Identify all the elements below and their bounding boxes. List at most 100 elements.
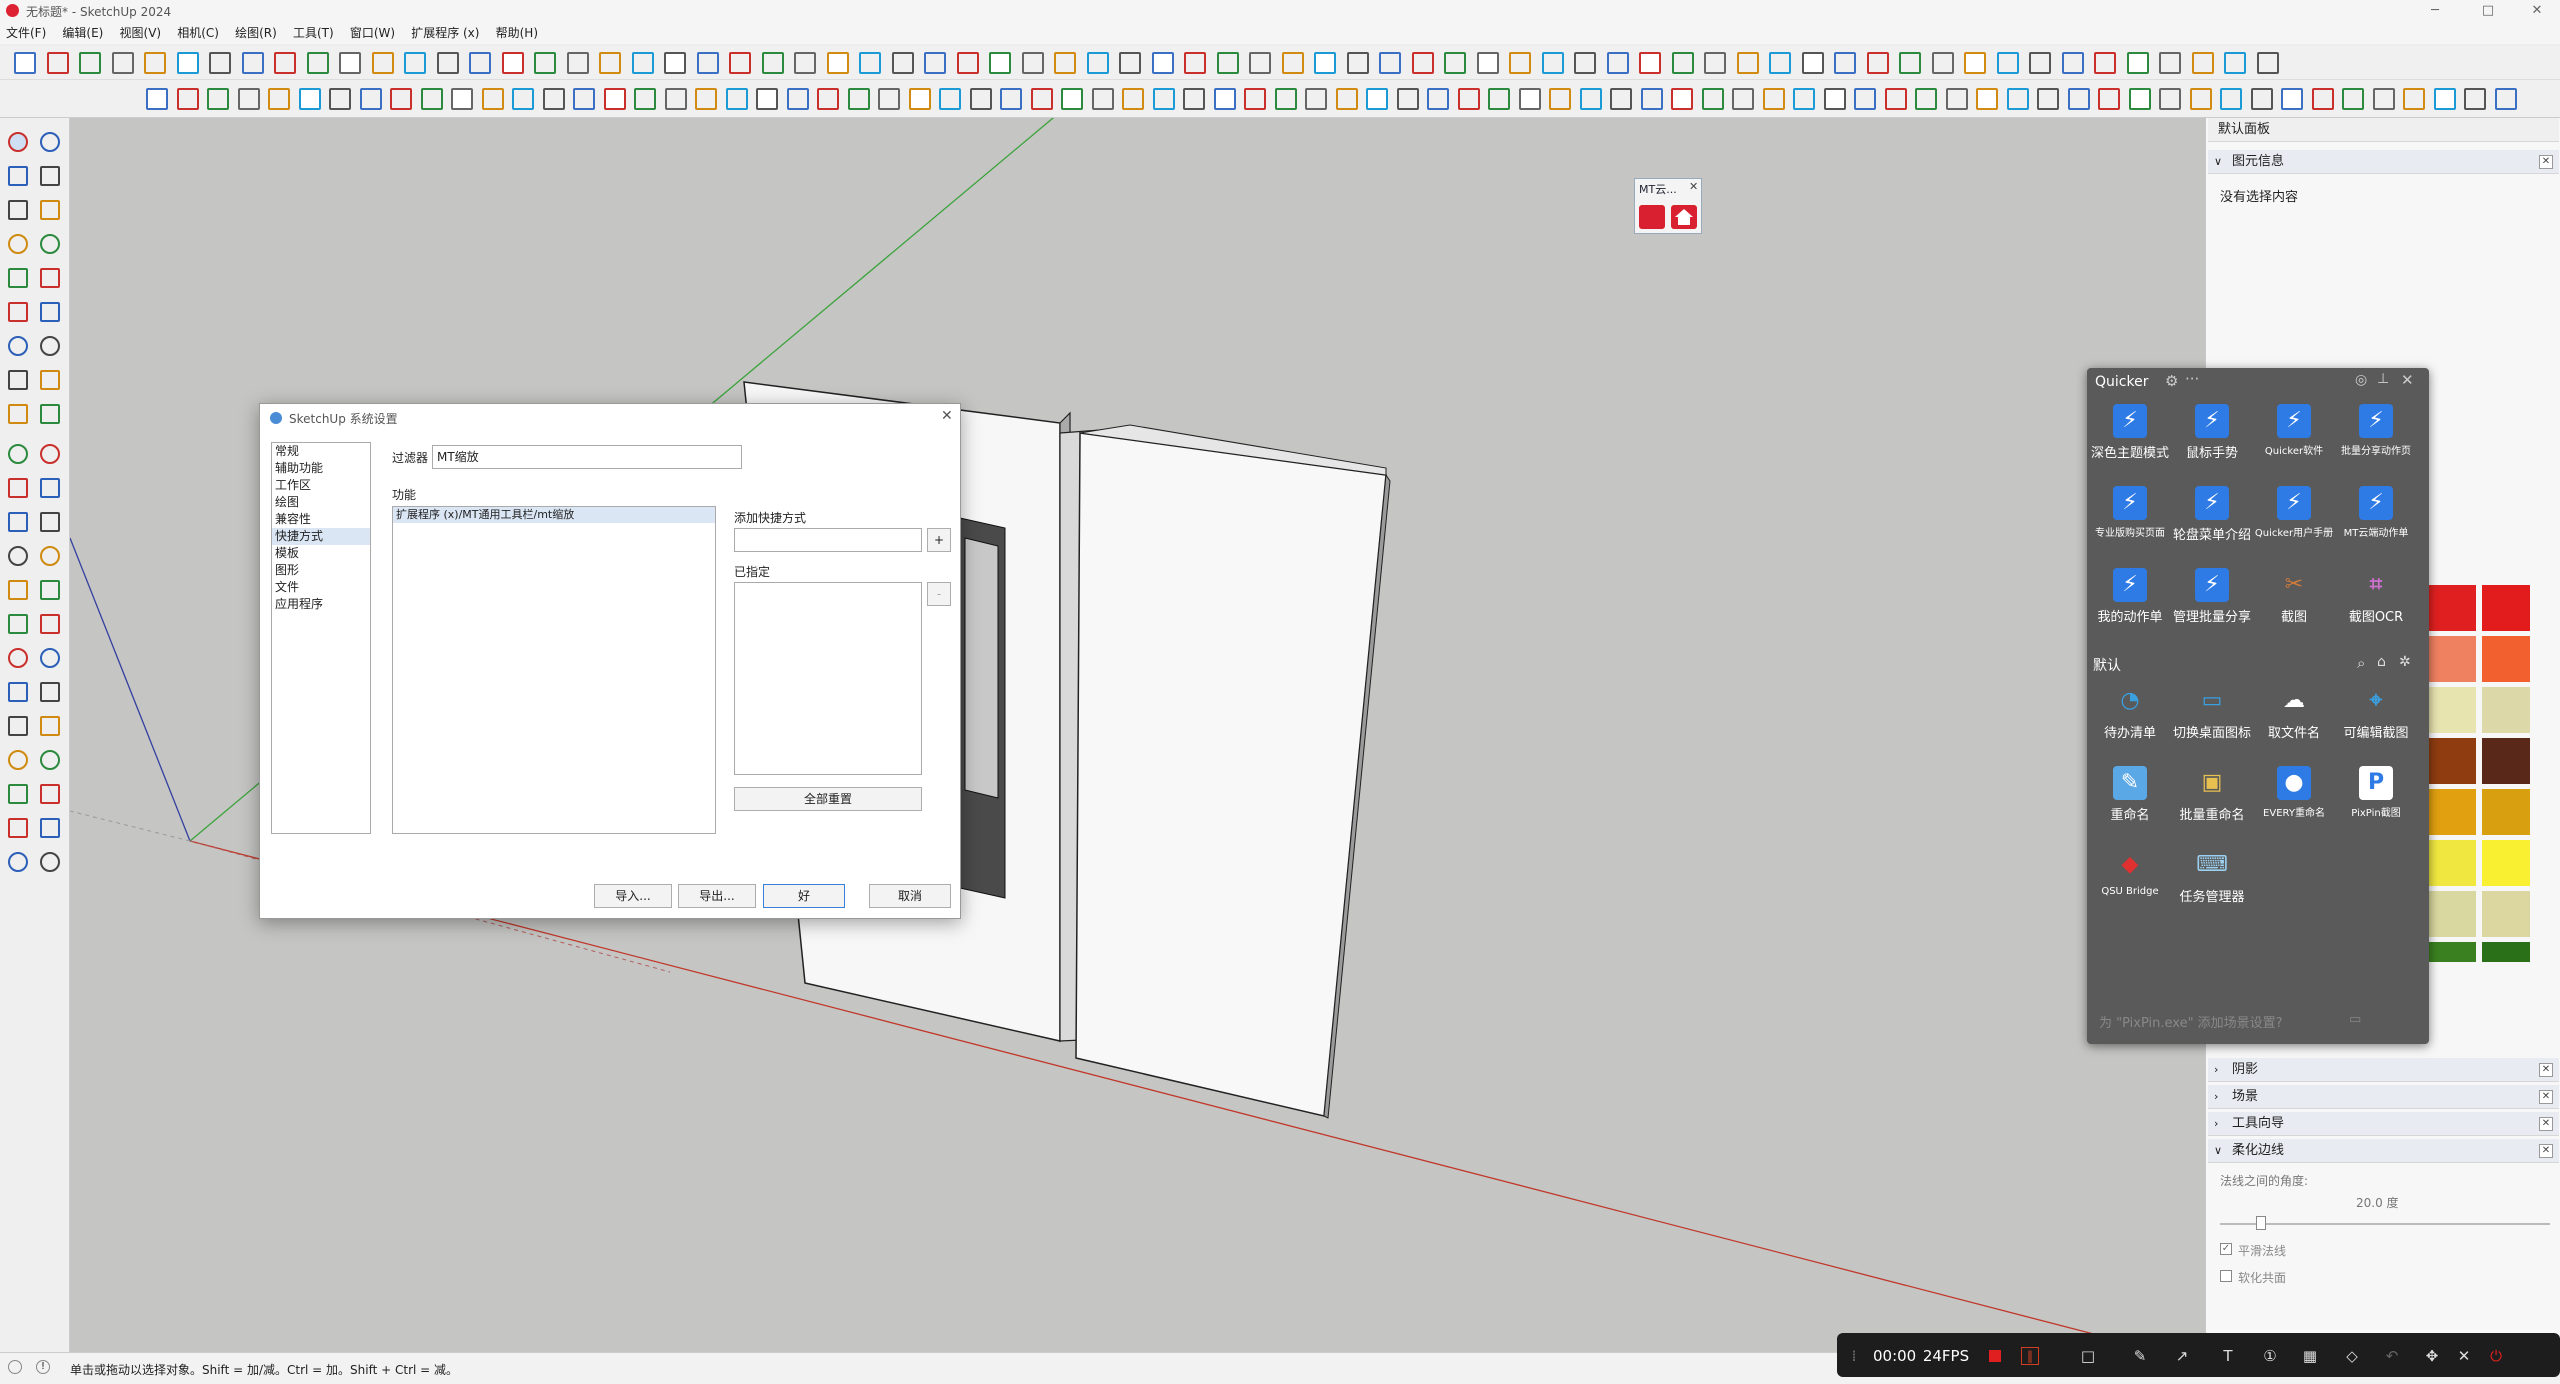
eraser-tool-icon[interactable]: ◇ — [2337, 1345, 2367, 1367]
arrow-tool-icon[interactable]: ↗ — [2167, 1345, 2197, 1367]
entity-info-header[interactable]: ∨ 图元信息 ✕ — [2208, 150, 2559, 174]
quicker-action[interactable]: ⚡ 深色主题模式 — [2089, 398, 2171, 470]
toolbar-tool-icon[interactable] — [1866, 52, 1889, 74]
palette-tool-icon[interactable] — [40, 818, 60, 838]
palette-tool-icon[interactable] — [8, 302, 28, 322]
nav-accessibility[interactable]: 辅助功能 — [272, 460, 370, 477]
maximize-button[interactable]: □ — [2465, 0, 2511, 22]
quicker-action[interactable]: ✎ 重命名 — [2089, 760, 2171, 832]
toolbar-tool-icon[interactable] — [111, 52, 134, 74]
toolbar-tool-icon[interactable] — [298, 88, 321, 110]
soften-angle-slider[interactable] — [2220, 1223, 2550, 1225]
palette-tool-icon[interactable] — [40, 444, 60, 464]
quicker-action[interactable]: ⚡ 鼠标手势 — [2171, 398, 2253, 470]
toolbar-tool-icon[interactable] — [2372, 88, 2395, 110]
instructor-close-icon[interactable]: ✕ — [2539, 1117, 2553, 1131]
toolbar-tool-icon[interactable] — [2126, 52, 2149, 74]
menu-help[interactable]: 帮助(H) — [490, 22, 544, 43]
palette-tool-icon[interactable] — [40, 478, 60, 498]
remove-shortcut-button[interactable]: - — [927, 582, 951, 606]
palette-tool-icon[interactable] — [8, 546, 28, 566]
toolbar-tool-icon[interactable] — [2220, 88, 2242, 110]
search-icon[interactable]: ⌕ — [2357, 654, 2365, 672]
toolbar-tool-icon[interactable] — [1762, 88, 1785, 110]
palette-tool-icon[interactable] — [8, 268, 28, 288]
toolbar-tool-icon[interactable] — [1122, 88, 1144, 110]
toolbar-tool-icon[interactable] — [756, 88, 778, 110]
nav-general[interactable]: 常规 — [272, 443, 370, 460]
ok-button[interactable]: 好 — [763, 884, 845, 908]
toolbar-tool-icon[interactable] — [2403, 88, 2425, 110]
toolbar-tool-icon[interactable] — [1931, 52, 1954, 74]
toolbar-tool-icon[interactable] — [1152, 88, 1175, 110]
gear-icon[interactable]: ⚙ — [2165, 372, 2178, 390]
palette-tool-icon[interactable] — [40, 302, 60, 322]
minimize-button[interactable]: ─ — [2412, 0, 2458, 22]
palette-tool-icon[interactable] — [8, 512, 28, 532]
toolbar-tool-icon[interactable] — [339, 52, 361, 74]
quicker-action[interactable]: ⚡ 管理批量分享 — [2171, 562, 2253, 634]
toolbar-tool-icon[interactable] — [761, 52, 784, 74]
toolbar-tool-icon[interactable] — [1834, 52, 1856, 74]
quicker-action[interactable]: ● EVERY重命名 — [2253, 760, 2335, 832]
toolbar-tool-icon[interactable] — [2256, 52, 2279, 74]
palette-tool-icon[interactable] — [8, 750, 28, 770]
settings-icon[interactable]: ✲ — [2399, 654, 2411, 670]
number-tool-icon[interactable]: ① — [2255, 1345, 2285, 1367]
swatch[interactable] — [2482, 891, 2530, 937]
toolbar-tool-icon[interactable] — [1249, 52, 1271, 74]
toolbar-tool-icon[interactable] — [1457, 88, 1480, 110]
palette-tool-icon[interactable] — [40, 268, 60, 288]
toolbar-tool-icon[interactable] — [1541, 52, 1564, 74]
soften-edges-header[interactable]: ∨ 柔化边线 ✕ — [2208, 1139, 2559, 1163]
toolbar-tool-icon[interactable] — [1274, 88, 1297, 110]
mt-home-icon[interactable] — [1671, 205, 1697, 229]
menu-camera[interactable]: 相机(C) — [171, 22, 225, 43]
cancel-button[interactable]: 取消 — [869, 884, 951, 908]
move-icon[interactable]: ✥ — [2417, 1345, 2447, 1367]
toolbar-tool-icon[interactable] — [2433, 88, 2456, 110]
shadows-close-icon[interactable]: ✕ — [2539, 1063, 2553, 1077]
more-icon[interactable]: ··· — [2185, 370, 2199, 388]
toolbar-tool-icon[interactable] — [306, 52, 329, 74]
toolbar-tool-icon[interactable] — [924, 52, 946, 74]
instructor-header[interactable]: › 工具向导 ✕ — [2208, 1112, 2559, 1136]
filter-input[interactable]: MT缩放 — [432, 445, 742, 469]
nav-files[interactable]: 文件 — [272, 579, 370, 596]
function-list-item[interactable]: 扩展程序 (x)/MT通用工具栏/mt缩放 — [393, 507, 715, 523]
swatch[interactable] — [2428, 942, 2476, 962]
toolbar-tool-icon[interactable] — [1701, 88, 1724, 110]
export-button[interactable]: 导出... — [678, 884, 756, 908]
toolbar-tool-icon[interactable] — [1216, 52, 1239, 74]
geo-location-icon[interactable] — [8, 1360, 22, 1374]
pause-record-icon[interactable]: ‖ — [2021, 1347, 2039, 1365]
toolbar-tool-icon[interactable] — [1509, 52, 1531, 74]
swatch[interactable] — [2428, 636, 2476, 682]
quicker-action[interactable]: ⚡ 专业版购买页面 — [2089, 480, 2171, 552]
nav-applications[interactable]: 应用程序 — [272, 596, 370, 613]
toolbar-tool-icon[interactable] — [664, 88, 687, 110]
palette-tool-icon[interactable] — [40, 132, 60, 152]
toolbar-tool-icon[interactable] — [1671, 52, 1694, 74]
scenes-header[interactable]: › 场景 ✕ — [2208, 1085, 2559, 1109]
toolbar-tool-icon[interactable] — [2037, 88, 2059, 110]
stop-record-icon[interactable] — [1989, 1350, 2001, 1362]
palette-tool-icon[interactable] — [40, 404, 60, 424]
swatch[interactable] — [2428, 840, 2476, 886]
toolbar-tool-icon[interactable] — [1671, 88, 1693, 110]
toolbar-tool-icon[interactable] — [2494, 88, 2517, 110]
nav-template[interactable]: 模板 — [272, 545, 370, 562]
toolbar-tool-icon[interactable] — [826, 52, 849, 74]
quicker-action[interactable]: ⌖ 可编辑截图 — [2335, 678, 2417, 750]
toolbar-tool-icon[interactable] — [1574, 52, 1596, 74]
toolbar-tool-icon[interactable] — [1899, 52, 1921, 74]
quicker-action[interactable]: ⚡ 轮盘菜单介绍 — [2171, 480, 2253, 552]
mt-cloud-icon[interactable] — [1639, 205, 1665, 229]
toolbar-tool-icon[interactable] — [1183, 88, 1205, 110]
toolbar-tool-icon[interactable] — [274, 52, 296, 74]
toolbar-tool-icon[interactable] — [1488, 88, 1510, 110]
toolbar-tool-icon[interactable] — [794, 52, 816, 74]
palette-tool-icon[interactable] — [8, 234, 28, 254]
toolbar-tool-icon[interactable] — [359, 88, 382, 110]
toolbar-tool-icon[interactable] — [1915, 88, 1937, 110]
